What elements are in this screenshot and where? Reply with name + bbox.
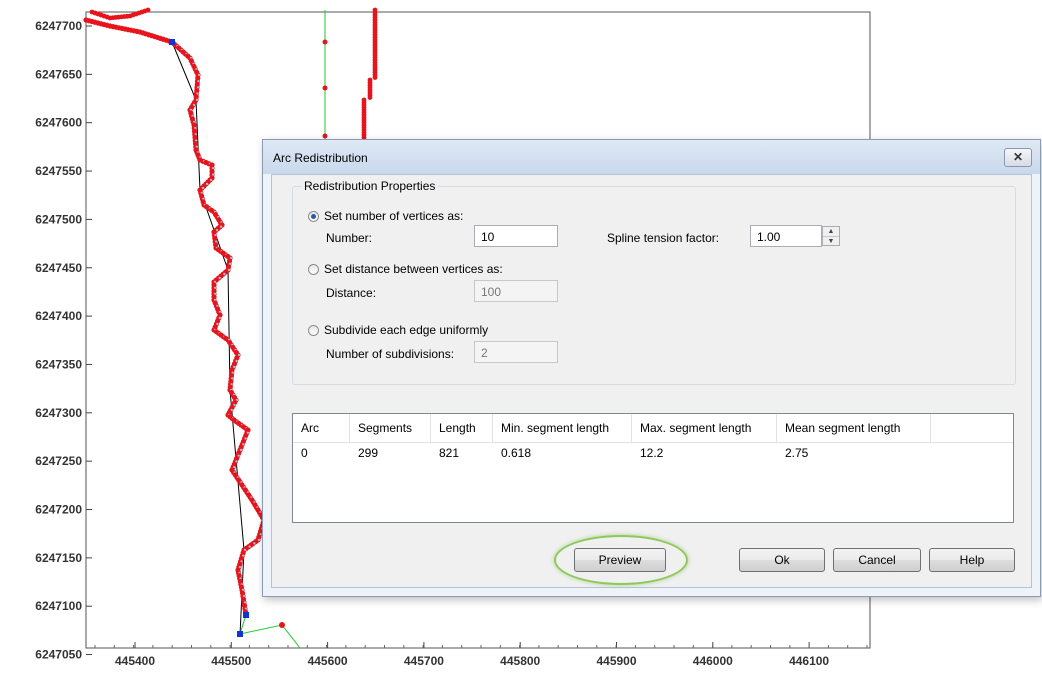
x-axis: 445400 445500 445600 445700 445800 445900 4460… xyxy=(94,642,868,668)
number-input[interactable]: 10 xyxy=(474,225,558,247)
help-button[interactable]: Help xyxy=(929,548,1015,572)
dialog-title: Arc Redistribution xyxy=(273,151,368,165)
spline-tension-spinner[interactable]: ▲ ▼ xyxy=(822,226,840,246)
x-tick-label: 446000 xyxy=(693,654,733,668)
y-tick-label: 6247100 xyxy=(35,599,82,613)
group-title: Redistribution Properties xyxy=(301,179,439,193)
subdivisions-input[interactable]: 2 xyxy=(474,341,558,363)
spin-down-icon[interactable]: ▼ xyxy=(823,237,839,246)
y-axis: 6247700 6247650 6247600 6247550 6247500 62474… xyxy=(35,19,92,662)
y-tick-label: 6247300 xyxy=(35,406,82,420)
column-header[interactable]: Segments xyxy=(350,414,431,442)
table-cell: 299 xyxy=(358,446,379,460)
radio-set-distance[interactable]: Set distance between vertices as: xyxy=(308,262,503,276)
green-arc-vertex xyxy=(322,85,328,91)
arc-node xyxy=(237,631,243,637)
radio-subdivide-indicator[interactable] xyxy=(308,324,319,336)
preview-vertex xyxy=(218,276,221,280)
spline-tension-input[interactable]: 1.00 xyxy=(750,225,822,247)
arc-node xyxy=(243,612,249,618)
distance-label: Distance: xyxy=(326,286,377,300)
redistribution-properties-group: Redistribution Properties Set number of … xyxy=(292,179,1016,385)
radio-distance-indicator[interactable] xyxy=(308,263,319,275)
distance-input[interactable]: 100 xyxy=(474,280,558,302)
radio-distance-label: Set distance between vertices as: xyxy=(324,262,503,276)
dialog-titlebar[interactable]: Arc Redistribution ✕ xyxy=(263,140,1040,174)
subdivisions-label: Number of subdivisions: xyxy=(326,347,455,361)
x-tick-label: 445800 xyxy=(500,654,540,668)
column-header[interactable]: Max. segment length xyxy=(632,414,777,442)
arc-vertex xyxy=(367,95,373,100)
preview-vertex xyxy=(223,272,226,276)
y-tick-label: 6247150 xyxy=(35,551,82,565)
close-icon: ✕ xyxy=(1012,150,1024,164)
x-tick-label: 445400 xyxy=(115,654,155,668)
arc-stats-table: Arc Segments Length Min. segment length … xyxy=(292,413,1014,523)
preview-vertex xyxy=(227,268,231,272)
radio-vertices-indicator[interactable] xyxy=(308,210,319,222)
y-tick-label: 6247550 xyxy=(35,164,82,178)
preview-button[interactable]: Preview xyxy=(574,548,666,572)
ok-button[interactable]: Ok xyxy=(739,548,825,572)
arc-vertex xyxy=(145,7,151,13)
cancel-button[interactable]: Cancel xyxy=(833,548,921,572)
column-header[interactable]: Length xyxy=(431,414,493,442)
y-tick-label: 6247700 xyxy=(35,19,82,33)
table-cell: 12.2 xyxy=(640,446,664,460)
number-label: Number: xyxy=(326,231,373,245)
arc-node xyxy=(279,622,285,628)
radio-set-vertices[interactable]: Set number of vertices as: xyxy=(308,209,463,223)
table-header: Arc Segments Length Min. segment length … xyxy=(293,414,1013,443)
table-cell: 821 xyxy=(439,446,460,460)
column-header[interactable]: Arc xyxy=(293,414,350,442)
radio-subdivide[interactable]: Subdivide each edge uniformly xyxy=(308,323,488,337)
spline-tension-label: Spline tension factor: xyxy=(607,231,720,245)
table-row[interactable]: 0 299 821 0.618 12.2 2.75 xyxy=(293,442,1013,464)
radio-subdivide-label: Subdivide each edge uniformly xyxy=(324,323,489,337)
y-tick-label: 6247350 xyxy=(35,357,82,371)
preview-vertex xyxy=(257,538,261,542)
x-tick-label: 446100 xyxy=(789,654,829,668)
x-tick-label: 445500 xyxy=(211,654,251,668)
dialog-body: Redistribution Properties Set number of … xyxy=(271,174,1032,588)
x-tick-label: 445600 xyxy=(308,654,348,668)
arc-vertex xyxy=(372,75,378,80)
x-tick-label: 445900 xyxy=(596,654,636,668)
spin-up-icon[interactable]: ▲ xyxy=(823,227,839,237)
radio-vertices-label: Set number of vertices as: xyxy=(324,209,464,223)
preview-vertex xyxy=(253,542,256,545)
y-tick-label: 6247200 xyxy=(35,503,82,517)
green-arc-vertex xyxy=(322,39,328,45)
close-button[interactable]: ✕ xyxy=(1004,148,1032,167)
y-tick-label: 6247400 xyxy=(35,309,82,323)
arc-redistribution-dialog: Arc Redistribution ✕ Redistribution Prop… xyxy=(262,139,1041,597)
y-tick-label: 6247500 xyxy=(35,212,82,226)
column-header[interactable]: Min. segment length xyxy=(493,414,632,442)
y-tick-label: 6247250 xyxy=(35,454,82,468)
y-tick-label: 6247600 xyxy=(35,116,82,130)
x-tick-label: 445700 xyxy=(404,654,444,668)
column-header[interactable]: Mean segment length xyxy=(777,414,931,442)
green-arc-vertex xyxy=(322,133,328,139)
arc-node xyxy=(169,39,175,45)
table-cell: 2.75 xyxy=(785,446,809,460)
table-cell: 0.618 xyxy=(501,446,532,460)
preview-vertex xyxy=(248,545,251,548)
y-tick-label: 6247650 xyxy=(35,67,82,81)
table-cell: 0 xyxy=(301,446,308,460)
y-tick-label: 6247050 xyxy=(35,648,82,662)
y-tick-label: 6247450 xyxy=(35,261,82,275)
